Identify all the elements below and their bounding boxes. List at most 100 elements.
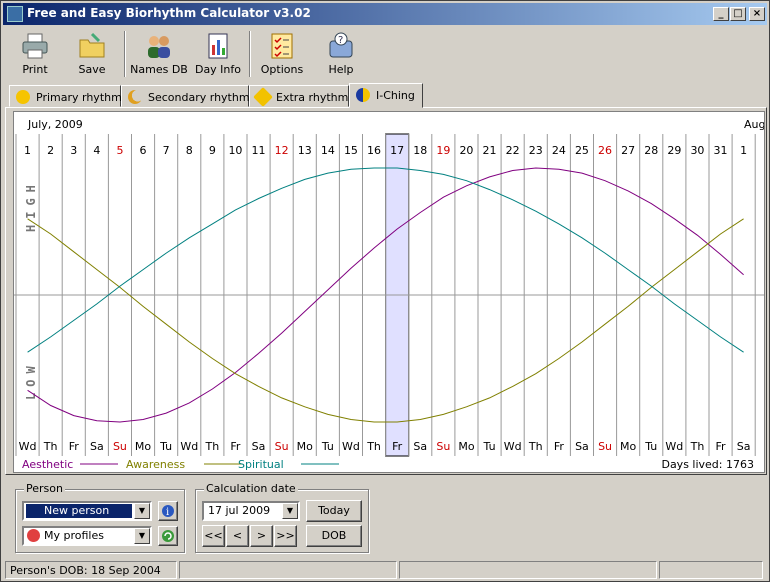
save-button[interactable]: Save (64, 29, 120, 79)
day-number: 13 (298, 144, 312, 157)
day-number: 25 (575, 144, 589, 157)
profiles-refresh-button[interactable] (158, 526, 178, 546)
day-number: 5 (116, 144, 123, 157)
title-bar: Free and Easy Biorhythm Calculator v3.02… (3, 3, 767, 25)
day-number: 9 (209, 144, 216, 157)
help-button[interactable]: ? Help (313, 29, 369, 79)
today-button[interactable]: Today (306, 500, 362, 522)
date-picker[interactable]: 17 jul 2009 ▼ (202, 501, 300, 521)
day-number: 8 (186, 144, 193, 157)
chevron-down-icon[interactable]: ▼ (282, 503, 298, 519)
next-month-label: Aug (744, 118, 764, 131)
tab-primary-rhythms[interactable]: Primary rhythms (9, 85, 128, 107)
person-info-button[interactable]: i (158, 501, 178, 521)
day-number: 26 (598, 144, 612, 157)
options-button[interactable]: Options (254, 29, 310, 79)
status-pane (399, 561, 657, 579)
day-number: 28 (644, 144, 658, 157)
dob-button[interactable]: DOB (306, 525, 362, 547)
person-select[interactable]: New person ▼ (22, 501, 152, 521)
day-number: 30 (690, 144, 704, 157)
weekday-label: Sa (737, 440, 751, 453)
names-db-button[interactable]: Names DB (129, 29, 189, 79)
info-icon: i (162, 505, 174, 518)
day-number: 12 (275, 144, 289, 157)
weekday-label: Th (204, 440, 219, 453)
day-number: 29 (667, 144, 681, 157)
status-pane (179, 561, 397, 579)
weekday-label: Th (366, 440, 381, 453)
prev-fast-button[interactable]: << (202, 525, 225, 547)
weekday-label: Wd (19, 440, 37, 453)
people-icon (148, 36, 170, 58)
chevron-down-icon[interactable]: ▼ (134, 528, 150, 544)
day-number: 16 (367, 144, 381, 157)
day-number: 7 (163, 144, 170, 157)
day-number: 11 (252, 144, 266, 157)
weekday-label: Mo (135, 440, 151, 453)
biorhythm-chart[interactable]: July, 2009 Aug 1 Wd 2 Th 3 Fr 4 Sa 5 Su 6 Mo 7 Tu 8 Wd 9 Th… (13, 111, 765, 473)
weekday-label: Fr (392, 440, 403, 453)
legend-aesthetic: Aesthetic (22, 458, 73, 471)
weekday-label: Tu (321, 440, 334, 453)
day-number: 3 (70, 144, 77, 157)
weekday-label: Tu (644, 440, 657, 453)
refresh-icon (162, 530, 174, 542)
window-title: Free and Easy Biorhythm Calculator v3.02 (27, 6, 311, 20)
star-icon (253, 87, 273, 107)
day-number: 17 (390, 144, 404, 157)
chart-svg: July, 2009 Aug 1 Wd 2 Th 3 Fr 4 Sa 5 Su 6 Mo 7 Tu 8 Wd 9 Th… (14, 118, 764, 471)
legend-spiritual: Spiritual (238, 458, 284, 471)
day-info-button[interactable]: Day Info (191, 29, 245, 79)
day-number: 23 (529, 144, 543, 157)
minimize-button[interactable]: _ (713, 7, 729, 21)
day-number: 14 (321, 144, 335, 157)
status-pane (659, 561, 763, 579)
day-number: 4 (93, 144, 100, 157)
weekday-label: Tu (159, 440, 172, 453)
help-icon: ? (329, 32, 353, 58)
printer-icon (22, 33, 48, 59)
profiles-select[interactable]: My profiles ▼ (22, 526, 152, 546)
weekday-label: Th (690, 440, 705, 453)
date-picker-value: 17 jul 2009 (208, 504, 271, 517)
toolbar: Print Save Names DB Day Info Options ? H… (3, 27, 767, 81)
legend-awareness: Awareness (126, 458, 185, 471)
weekday-label: Sa (90, 440, 104, 453)
weekday-label: Fr (716, 440, 727, 453)
weekday-label: Wd (180, 440, 198, 453)
prev-button[interactable]: < (226, 525, 249, 547)
print-button[interactable]: Print (7, 29, 63, 79)
next-fast-button[interactable]: >> (274, 525, 297, 547)
tab-extra-rhythms[interactable]: Extra rhythms (249, 85, 354, 107)
next-button[interactable]: > (250, 525, 273, 547)
person-select-value: New person (26, 504, 132, 518)
chevron-down-icon[interactable]: ▼ (134, 503, 150, 519)
app-icon (7, 6, 23, 22)
day-number: 21 (483, 144, 497, 157)
tab-strip: Primary rhythms Secondary rhythms Extra … (5, 83, 765, 108)
weekday-label: Wd (504, 440, 522, 453)
chart-panel: July, 2009 Aug 1 Wd 2 Th 3 Fr 4 Sa 5 Su 6 Mo 7 Tu 8 Wd 9 Th… (5, 107, 767, 475)
weekday-label: Tu (483, 440, 496, 453)
day-info-icon (208, 33, 228, 59)
close-button[interactable]: × (749, 7, 765, 21)
sun-icon (16, 90, 30, 104)
folder-save-icon (79, 32, 105, 58)
tab-i-ching[interactable]: I-Ching (349, 83, 423, 108)
svg-text:?: ? (338, 35, 343, 46)
weekday-label: Su (598, 440, 612, 453)
weekday-label: Fr (69, 440, 80, 453)
weekday-label: Su (113, 440, 127, 453)
maximize-button[interactable]: □ (730, 7, 746, 21)
day-number: 19 (436, 144, 450, 157)
profiles-select-value: My profiles (44, 529, 104, 542)
weekday-label: Sa (413, 440, 427, 453)
day-number: 2 (47, 144, 54, 157)
tab-secondary-rhythms[interactable]: Secondary rhythms (121, 85, 255, 107)
day-number: 1 (24, 144, 31, 157)
toolbar-separator (124, 31, 126, 77)
weekday-label: Sa (575, 440, 589, 453)
weekday-label: Mo (620, 440, 636, 453)
day-number: 18 (413, 144, 427, 157)
